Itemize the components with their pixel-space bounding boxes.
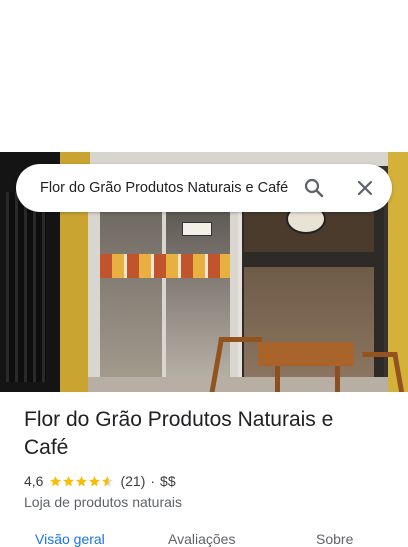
close-icon xyxy=(357,180,373,196)
star-icon xyxy=(89,475,101,486)
separator: · xyxy=(150,473,156,489)
open-sign xyxy=(182,222,212,236)
search-icon xyxy=(304,178,324,198)
rating-row[interactable]: 4,6 (21) · $$ xyxy=(24,472,176,490)
search-button[interactable] xyxy=(298,172,330,204)
star-icon xyxy=(63,475,75,486)
price-level: $$ xyxy=(160,473,176,489)
decorative-tiles xyxy=(100,254,230,278)
tab-overview[interactable]: Visão geral xyxy=(35,531,105,547)
search-input[interactable]: Flor do Grão Produtos Naturais e Café xyxy=(40,164,290,212)
door-glass xyxy=(100,212,162,382)
wooden-table xyxy=(258,342,354,366)
top-empty-area xyxy=(0,0,408,152)
table-leg xyxy=(335,366,340,392)
search-bar[interactable]: Flor do Grão Produtos Naturais e Café xyxy=(16,164,392,212)
tab-reviews[interactable]: Avaliações xyxy=(168,531,235,547)
star-icon xyxy=(50,475,62,486)
close-button[interactable] xyxy=(349,172,381,204)
star-icon xyxy=(76,475,88,486)
place-title: Flor do Grão Produtos Naturais e Café xyxy=(24,408,334,459)
tab-about[interactable]: Sobre xyxy=(316,531,353,547)
review-count[interactable]: (21) xyxy=(120,473,145,489)
security-grille xyxy=(6,192,46,382)
table-leg xyxy=(275,366,280,392)
star-rating xyxy=(49,475,114,488)
star-icon xyxy=(102,475,114,486)
place-category[interactable]: Loja de produtos naturais xyxy=(24,494,182,510)
rating-value: 4,6 xyxy=(24,473,44,489)
